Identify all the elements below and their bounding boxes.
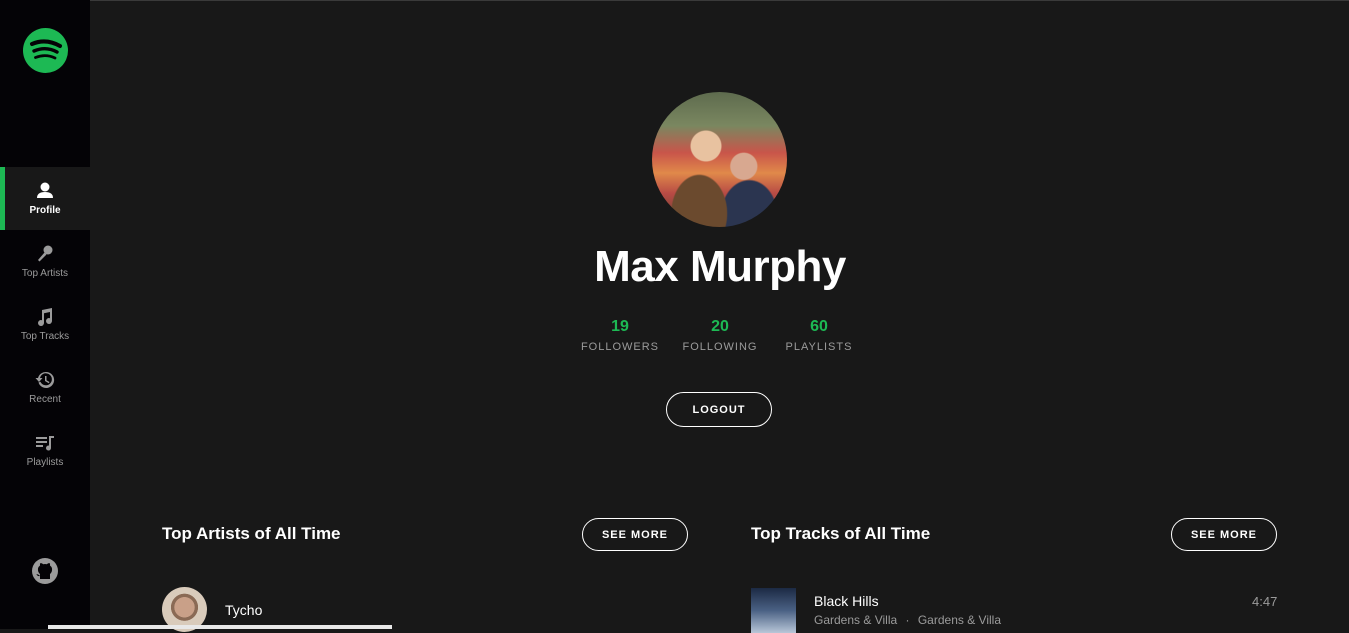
stat-label: FOLLOWERS <box>580 341 660 353</box>
artist-name[interactable]: Tycho <box>225 602 262 618</box>
stat-label: FOLLOWING <box>682 341 758 353</box>
profile-name: Max Murphy <box>594 242 846 291</box>
stat-playlists: 60 PLAYLISTS <box>769 318 869 353</box>
track-title[interactable]: Black Hills <box>814 593 879 609</box>
stat-following: 20 FOLLOWING <box>670 318 770 353</box>
track-artist: Gardens & Villa <box>814 613 898 627</box>
sidebar-item-top-artists[interactable]: Top Artists <box>0 230 90 293</box>
sidebar-item-playlists[interactable]: Playlists <box>0 419 90 482</box>
track-separator: · <box>905 613 910 627</box>
sidebar-item-label: Top Artists <box>21 268 69 279</box>
see-more-artists-button[interactable]: SEE MORE <box>582 518 688 551</box>
horizontal-scrollbar[interactable] <box>48 625 392 629</box>
sidebar-item-label: Playlists <box>26 457 64 468</box>
sidebar-item-recent[interactable]: Recent <box>0 356 90 419</box>
sidebar-item-label: Recent <box>29 394 61 405</box>
sidebar-item-label: Profile <box>29 205 61 216</box>
music-note-icon <box>38 308 53 327</box>
spotify-logo-icon[interactable] <box>23 28 68 73</box>
stat-label: PLAYLISTS <box>785 341 853 353</box>
stat-followers: 19 FOLLOWERS <box>570 318 670 353</box>
track-album: Gardens & Villa <box>917 613 1001 627</box>
sidebar-item-label: Top Tracks <box>20 331 70 342</box>
profile-avatar <box>652 92 787 227</box>
track-cover-image[interactable] <box>751 588 796 633</box>
stat-value: 20 <box>711 318 729 335</box>
track-duration: 4:47 <box>1252 594 1278 609</box>
sidebar-item-profile[interactable]: Profile <box>0 167 90 230</box>
track-subtitle: Gardens & Villa · Gardens & Villa <box>814 613 1001 627</box>
top-tracks-title: Top Tracks of All Time <box>751 524 931 543</box>
playlist-icon <box>36 436 54 451</box>
microphone-icon <box>38 245 53 262</box>
top-divider <box>0 0 1349 1</box>
history-icon <box>35 371 55 388</box>
sidebar: Profile Top Artists Top Tracks Recent Pl… <box>0 0 90 629</box>
top-artists-title: Top Artists of All Time <box>162 524 341 543</box>
sidebar-item-top-tracks[interactable]: Top Tracks <box>0 293 90 356</box>
github-icon[interactable] <box>31 557 59 585</box>
stat-value: 60 <box>810 318 828 335</box>
stat-value: 19 <box>611 318 629 335</box>
see-more-tracks-button[interactable]: SEE MORE <box>1171 518 1277 551</box>
user-icon <box>37 182 53 198</box>
logout-button[interactable]: LOGOUT <box>666 392 772 427</box>
